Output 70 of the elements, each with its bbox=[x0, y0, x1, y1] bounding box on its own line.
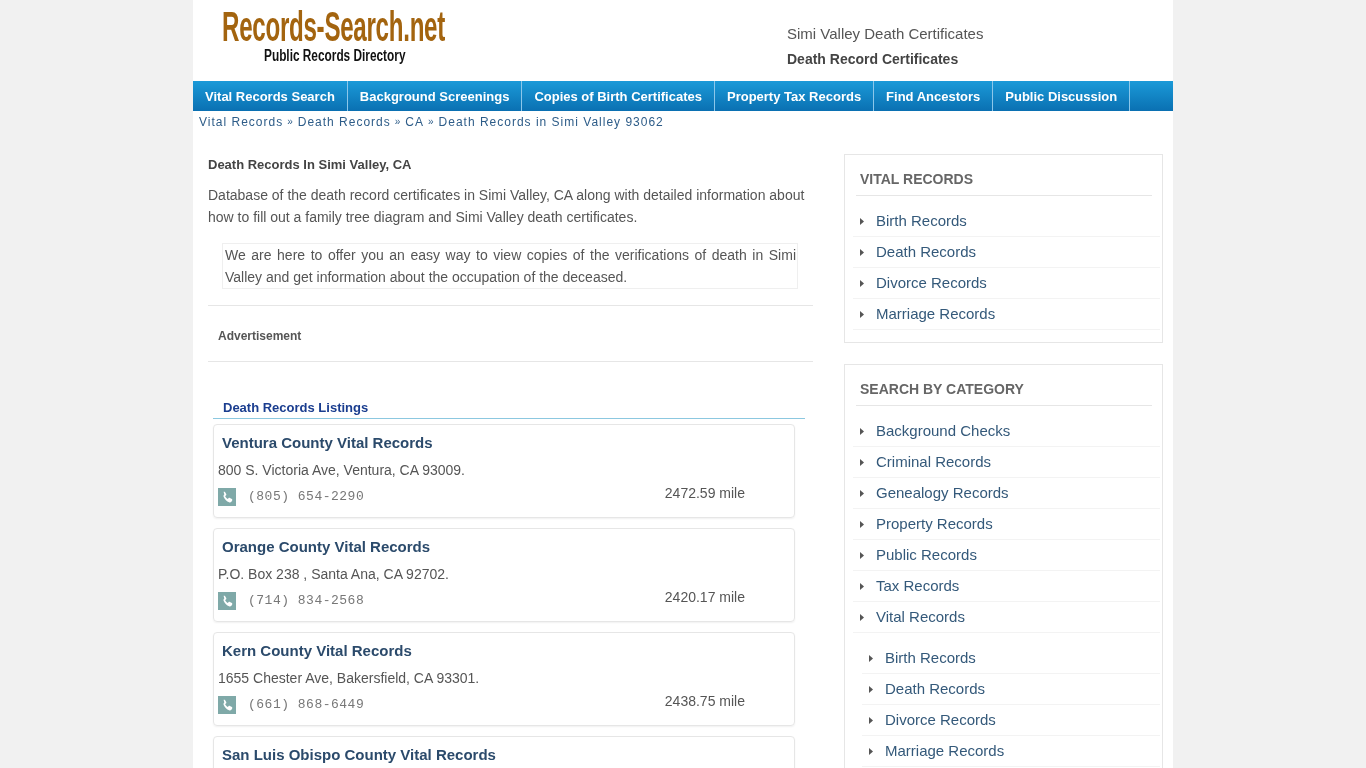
listing-title[interactable]: Orange County Vital Records bbox=[222, 538, 431, 556]
article-heading: Death Records In Simi Valley, CA bbox=[208, 156, 413, 173]
listing-title[interactable]: San Luis Obispo County Vital Records bbox=[222, 746, 496, 764]
caret-icon bbox=[860, 551, 864, 559]
nav-link[interactable]: Public Discussion bbox=[993, 81, 1131, 111]
phone-icon bbox=[218, 696, 236, 714]
nav-link[interactable]: Property Tax Records bbox=[714, 81, 875, 111]
intro-paragraph: Database of the death record certificates in Simi Valley, CA along with detailed information about how to fill out a family tree diagram and Simi Valley death certificates. bbox=[208, 186, 806, 227]
listing-address: P.O. Box 238 , Santa Ana, CA 92702. bbox=[218, 565, 449, 584]
sidebar-link[interactable]: Divorce Records bbox=[885, 711, 996, 729]
sidebar-link[interactable]: Vital Records bbox=[876, 608, 965, 626]
sidebar-link[interactable]: Tax Records bbox=[876, 577, 960, 595]
caret-icon bbox=[860, 613, 864, 621]
header-subtitle: Death Record Certificates bbox=[787, 51, 959, 68]
panel-title: SEARCH BY CATEGORY bbox=[856, 381, 1152, 406]
breadcrumb-link[interactable]: Vital Records bbox=[199, 114, 284, 130]
caret-icon bbox=[860, 279, 864, 287]
listings-heading: Death Records Listings bbox=[213, 399, 805, 419]
caret-icon bbox=[860, 489, 864, 497]
caret-icon bbox=[869, 716, 873, 724]
breadcrumb-separator: » bbox=[428, 115, 435, 129]
logo-tagline: Public Records Directory bbox=[264, 47, 406, 64]
caret-icon bbox=[860, 427, 864, 435]
nav-link[interactable]: Find Ancestors bbox=[874, 81, 994, 111]
panel-title: VITAL RECORDS bbox=[856, 171, 1152, 196]
listing-distance: 2420.17 mile bbox=[664, 588, 745, 607]
sidebar-link[interactable]: Background Checks bbox=[876, 422, 1011, 440]
nav-link[interactable]: Copies of Birth Certificates bbox=[522, 81, 715, 111]
sidebar-link[interactable]: Death Records bbox=[876, 243, 977, 261]
caret-icon bbox=[860, 248, 864, 256]
sidebar-link[interactable]: Public Records bbox=[876, 546, 977, 564]
header-tagline: Simi Valley Death Certificates bbox=[787, 25, 984, 43]
phone-icon bbox=[218, 488, 236, 506]
quote-block: We are here to offer you an easy way to view copies of the verifications of death in Simi Valley and get information about the occupation of the deceased. bbox=[222, 243, 798, 289]
breadcrumb-separator: » bbox=[287, 115, 294, 129]
caret-icon bbox=[869, 654, 873, 662]
listing-address: 1655 Chester Ave, Bakersfield, CA 93301. bbox=[218, 669, 480, 688]
listing-phone: (714) 834-2568 bbox=[248, 592, 365, 610]
caret-icon bbox=[860, 458, 864, 466]
breadcrumb-link[interactable]: Death Records bbox=[297, 114, 391, 130]
caret-icon bbox=[860, 217, 864, 225]
sidebar-link[interactable]: Death Records bbox=[885, 680, 986, 698]
sidebar-link[interactable]: Marriage Records bbox=[885, 742, 1005, 760]
listing-title[interactable]: Kern County Vital Records bbox=[222, 642, 412, 660]
sidebar-link[interactable]: Marriage Records bbox=[876, 305, 996, 323]
logo-wordmark[interactable]: Records-Search.net bbox=[222, 7, 445, 47]
advertisement-label: Advertisement bbox=[218, 329, 303, 344]
caret-icon bbox=[860, 310, 864, 318]
sidebar-link[interactable]: Criminal Records bbox=[876, 453, 992, 471]
breadcrumb-link[interactable]: Death Records in Simi Valley 93062 bbox=[438, 114, 664, 130]
caret-icon bbox=[860, 582, 864, 590]
sidebar-link[interactable]: Genealogy Records bbox=[876, 484, 1009, 502]
listing-phone: (661) 868-6449 bbox=[248, 696, 365, 714]
listing-distance: 2472.59 mile bbox=[664, 484, 745, 503]
breadcrumb-separator: » bbox=[394, 115, 402, 129]
listing-phone: (805) 654-2290 bbox=[248, 488, 365, 506]
listing-title[interactable]: Ventura County Vital Records bbox=[222, 434, 433, 452]
nav-link[interactable]: Vital Records Search bbox=[193, 81, 348, 111]
sidebar-link[interactable]: Birth Records bbox=[885, 649, 976, 667]
listing-distance: 2438.75 mile bbox=[664, 692, 745, 711]
sidebar-link[interactable]: Birth Records bbox=[876, 212, 967, 230]
breadcrumb-link[interactable]: CA bbox=[405, 114, 424, 130]
sidebar-link[interactable]: Divorce Records bbox=[876, 274, 987, 292]
sidebar-link[interactable]: Property Records bbox=[876, 515, 993, 533]
phone-icon bbox=[218, 592, 236, 610]
caret-icon bbox=[869, 747, 873, 755]
nav-link[interactable]: Background Screenings bbox=[347, 81, 523, 111]
listing-address: 800 S. Victoria Ave, Ventura, CA 93009. bbox=[218, 461, 465, 480]
caret-icon bbox=[860, 520, 864, 528]
caret-icon bbox=[869, 685, 873, 693]
